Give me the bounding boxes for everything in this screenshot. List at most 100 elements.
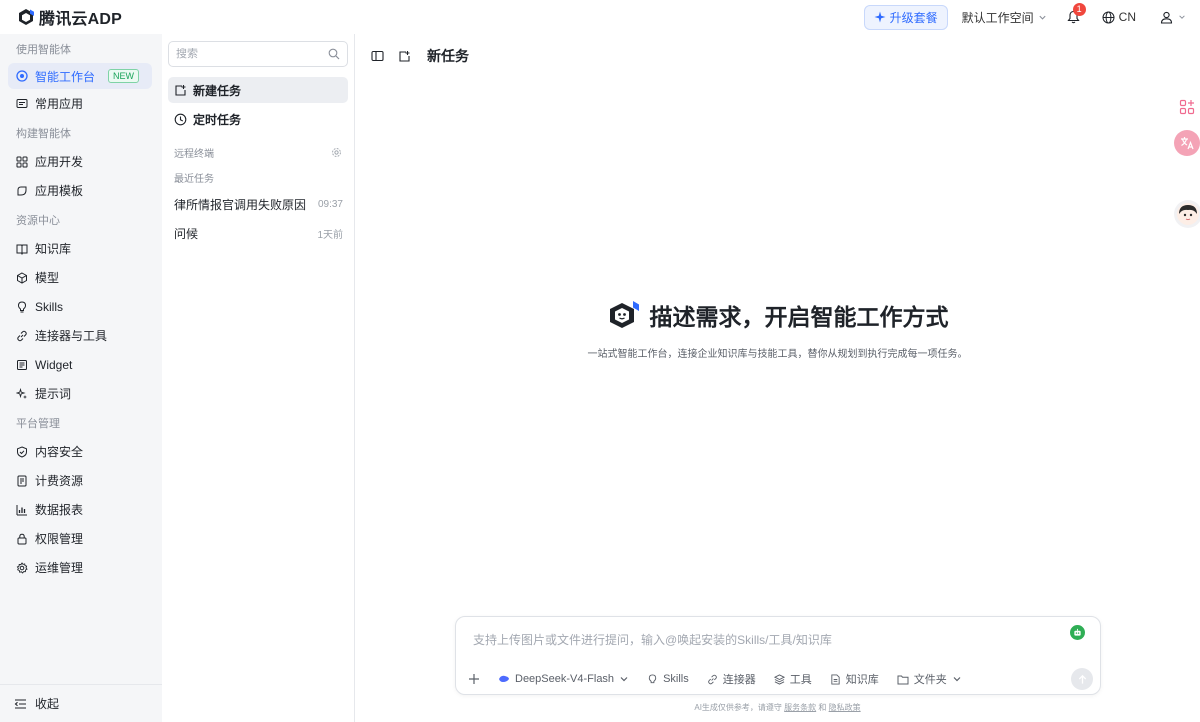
sidebar-nav: 使用智能体 智能工作台 NEW 常用应用 构建智能体 应用开发 应用模板 资源中… <box>0 34 162 722</box>
main-area: 新任务 描述需求，开启智能工作方式 一站式智能工作台，连接企业知识库与技能工具，… <box>355 34 1200 722</box>
sidebar-item-billing[interactable]: 计费资源 <box>0 466 162 495</box>
translate-icon <box>1179 135 1195 151</box>
hero: 描述需求，开启智能工作方式 一站式智能工作台，连接企业知识库与技能工具，替你从规… <box>355 298 1200 360</box>
sidebar-item-label: 常用应用 <box>35 97 84 111</box>
chevron-down-icon <box>1038 13 1047 22</box>
scheduled-task-button[interactable]: 定时任务 <box>168 106 348 132</box>
sidebar-item-common-apps[interactable]: 常用应用 <box>0 89 162 118</box>
arrow-up-icon <box>1077 674 1088 685</box>
recent-tasks-label: 最近任务 <box>174 174 214 185</box>
recent-task-time: 09:37 <box>317 199 343 210</box>
prompt-input[interactable] <box>473 631 1033 649</box>
chat-composer: DeepSeek-V4-Flash Skills 连接器 工具 知识库 <box>455 616 1101 695</box>
floating-side-icons <box>1170 94 1200 228</box>
terms-link[interactable]: 服务条款 <box>784 703 816 712</box>
sidebar-item-label: 计费资源 <box>35 474 84 488</box>
sidebar-item-smart-workbench[interactable]: 智能工作台 NEW <box>8 63 152 89</box>
skills-button[interactable]: Skills <box>647 673 689 685</box>
connectors-button[interactable]: 连接器 <box>707 671 756 687</box>
sidebar-item-label: Skills <box>35 299 64 314</box>
language-label: CN <box>1118 10 1136 24</box>
remote-terminal-label: 远程终端 <box>174 149 214 160</box>
sidebar-item-label: 提示词 <box>35 387 72 401</box>
bar-chart-icon <box>16 504 28 516</box>
collapse-sidebar-button[interactable]: 收起 <box>0 684 162 722</box>
folder-label: 文件夹 <box>913 674 947 686</box>
send-button[interactable] <box>1071 668 1093 690</box>
upgrade-plan-button[interactable]: 升级套餐 <box>863 4 948 30</box>
knowledge-base-button[interactable]: 知识库 <box>830 671 879 687</box>
robot-icon <box>1073 628 1082 637</box>
list-item[interactable]: 律所情报官调用失败原因 09:37 <box>162 190 354 219</box>
sidebar-item-connectors-tools[interactable]: 连接器与工具 <box>0 321 162 350</box>
link-icon <box>16 330 28 342</box>
new-task-label: 新建任务 <box>193 83 242 98</box>
book-icon <box>16 243 28 255</box>
sidebar-item-content-safety[interactable]: 内容安全 <box>0 437 162 466</box>
template-icon <box>16 185 28 197</box>
clock-icon <box>174 113 187 126</box>
assistant-logo-icon <box>607 300 641 330</box>
apps-plus-icon <box>1179 99 1195 115</box>
shield-icon <box>16 445 28 458</box>
sidebar-item-label: 智能工作台 <box>35 69 96 84</box>
folder-icon <box>897 674 909 685</box>
user-icon <box>1160 11 1173 24</box>
new-chat-icon[interactable] <box>398 50 411 63</box>
layers-icon <box>773 673 785 685</box>
folder-selector[interactable]: 文件夹 <box>897 671 962 687</box>
gear-icon[interactable] <box>331 147 342 158</box>
agent-toggle-button[interactable] <box>1070 625 1085 640</box>
smart-workbench-icon <box>16 70 28 82</box>
toggle-panel-icon[interactable] <box>371 50 384 62</box>
attach-plus-icon[interactable] <box>468 673 480 685</box>
tools-button[interactable]: 工具 <box>773 671 812 687</box>
brand-logo[interactable]: 腾讯云ADP <box>17 5 122 29</box>
disclaimer-text: AI生成仅供参考，请遵守 <box>694 703 782 712</box>
new-task-button[interactable]: 新建任务 <box>168 77 348 103</box>
chevron-down-icon <box>952 674 962 684</box>
sparkle-icon <box>16 387 28 400</box>
sidebar-item-widget[interactable]: Widget <box>0 350 162 379</box>
disclaimer-and: 和 <box>818 703 827 712</box>
sidebar-item-knowledge-base[interactable]: 知识库 <box>0 234 162 263</box>
avatar <box>1176 202 1200 226</box>
hero-heading: 描述需求，开启智能工作方式 <box>607 298 949 332</box>
sidebar-item-skills[interactable]: Skills <box>0 292 162 321</box>
recent-task-title: 问候 <box>174 227 199 241</box>
lock-icon <box>16 533 28 545</box>
top-bar: 腾讯云ADP 升级套餐 默认工作空间 1 CN <box>0 0 1200 34</box>
hero-title: 描述需求，开启智能工作方式 <box>649 304 949 330</box>
model-logo-icon <box>498 674 510 684</box>
nav-section-title: 使用智能体 <box>16 43 71 56</box>
model-selector[interactable]: DeepSeek-V4-Flash <box>498 673 629 685</box>
translate-float-button[interactable] <box>1174 130 1200 156</box>
sidebar-item-app-dev[interactable]: 应用开发 <box>0 147 162 176</box>
list-item[interactable]: 问候 1天前 <box>162 219 354 248</box>
sidebar-item-prompts[interactable]: 提示词 <box>0 379 162 408</box>
notifications-button[interactable]: 1 <box>1067 3 1086 24</box>
sidebar-item-models[interactable]: 模型 <box>0 263 162 292</box>
sidebar-item-label: 运维管理 <box>35 561 84 575</box>
privacy-link[interactable]: 隐私政策 <box>829 703 861 712</box>
task-panel: 新建任务 定时任务 远程终端 最近任务 律所情报官调用失败原因 09:37 问候… <box>162 34 355 722</box>
chevron-down-icon <box>619 674 629 684</box>
user-menu[interactable] <box>1160 11 1186 24</box>
sidebar-item-label: 连接器与工具 <box>35 329 108 343</box>
sidebar-item-reports[interactable]: 数据报表 <box>0 495 162 524</box>
search-input[interactable] <box>176 48 328 60</box>
workspace-selector[interactable]: 默认工作空间 <box>962 9 1047 26</box>
tencent-cloud-logo-icon <box>17 8 35 26</box>
assistant-avatar-button[interactable] <box>1174 200 1200 228</box>
search-icon[interactable] <box>328 48 340 60</box>
sidebar-item-permissions[interactable]: 权限管理 <box>0 524 162 553</box>
language-switcher[interactable]: CN <box>1102 10 1136 24</box>
sidebar-item-label: 内容安全 <box>35 445 84 459</box>
tools-label: 工具 <box>789 674 812 686</box>
task-search-box[interactable] <box>168 41 348 67</box>
recent-task-title: 律所情报官调用失败原因 <box>174 198 307 212</box>
sidebar-item-ops[interactable]: 运维管理 <box>0 553 162 582</box>
page-title: 新任务 <box>427 48 469 64</box>
apps-float-button[interactable] <box>1174 94 1200 120</box>
sidebar-item-app-templates[interactable]: 应用模板 <box>0 176 162 205</box>
